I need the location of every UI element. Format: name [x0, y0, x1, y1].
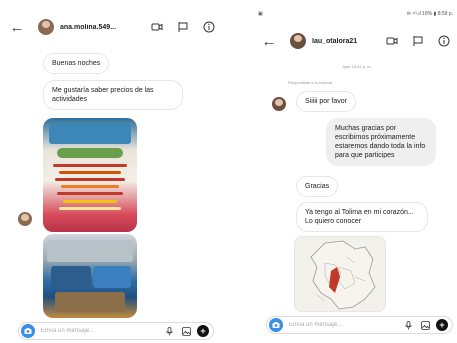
chat-header: ← ana.molina.549...: [0, 12, 222, 42]
message-bubble: Me gustaría saber precios de las activid…: [43, 80, 183, 110]
chat-username[interactable]: ana.molina.549...: [60, 24, 144, 31]
shared-map-image[interactable]: [294, 236, 386, 312]
outgoing-message-bubble: Muchas gracias por escribirnos próximame…: [326, 118, 436, 166]
message-composer[interactable]: Envía un mensaje... +: [18, 322, 214, 340]
right-chat-screen: ▣ ✉ ⁴ᴳ.ıl 18% ▮ 8:59 p. ← lau_otalora21 …: [252, 0, 457, 343]
microphone-icon[interactable]: [163, 325, 175, 337]
back-arrow-icon[interactable]: ←: [258, 33, 280, 50]
status-bar: ▣ ✉ ⁴ᴳ.ıl 18% ▮ 8:59 p.: [258, 8, 457, 20]
camera-icon[interactable]: [269, 318, 283, 332]
back-arrow-icon[interactable]: ←: [6, 19, 28, 36]
chat-header: ← lau_otalora21: [252, 26, 457, 56]
message-timestamp: Ayer 10:43 p. m.: [342, 64, 372, 69]
contact-avatar[interactable]: [18, 212, 32, 226]
message-bubble: Buenas noches: [43, 53, 110, 74]
video-call-icon[interactable]: [385, 35, 399, 47]
flag-icon[interactable]: [411, 35, 425, 47]
contact-avatar[interactable]: [272, 97, 286, 111]
plus-icon[interactable]: +: [197, 325, 209, 337]
avatar[interactable]: [290, 33, 306, 49]
plus-icon[interactable]: +: [436, 319, 448, 331]
gallery-icon[interactable]: [419, 319, 431, 331]
shared-poster-image[interactable]: [43, 234, 137, 318]
video-call-icon[interactable]: [150, 21, 164, 33]
message-input[interactable]: Envía un mensaje...: [35, 328, 163, 334]
info-icon[interactable]: [202, 21, 216, 33]
avatar[interactable]: [38, 19, 54, 35]
message-bubble: Siiiii por favor: [296, 91, 357, 112]
message-bubble: Gracias: [296, 176, 339, 197]
shared-poster-image[interactable]: [43, 118, 137, 232]
camera-icon[interactable]: [21, 324, 35, 338]
gallery-icon[interactable]: [180, 325, 192, 337]
status-left: ▣: [258, 11, 263, 17]
status-right: ✉ ⁴ᴳ.ıl 18% ▮ 8:59 p.: [406, 11, 453, 17]
chat-username[interactable]: lau_otalora21: [312, 38, 379, 45]
message-bubble: Ya tengo al Tolima en mi corazón... Lo q…: [296, 202, 428, 232]
microphone-icon[interactable]: [402, 319, 414, 331]
message-composer[interactable]: Envía un mensaje... +: [266, 316, 453, 334]
flag-icon[interactable]: [176, 21, 190, 33]
info-icon[interactable]: [437, 35, 451, 47]
left-chat-screen: ← ana.molina.549... Buenas noches Me gus…: [0, 0, 222, 343]
reply-note: Respondiste a tu historia: [288, 80, 333, 85]
message-input[interactable]: Envía un mensaje...: [283, 322, 402, 328]
